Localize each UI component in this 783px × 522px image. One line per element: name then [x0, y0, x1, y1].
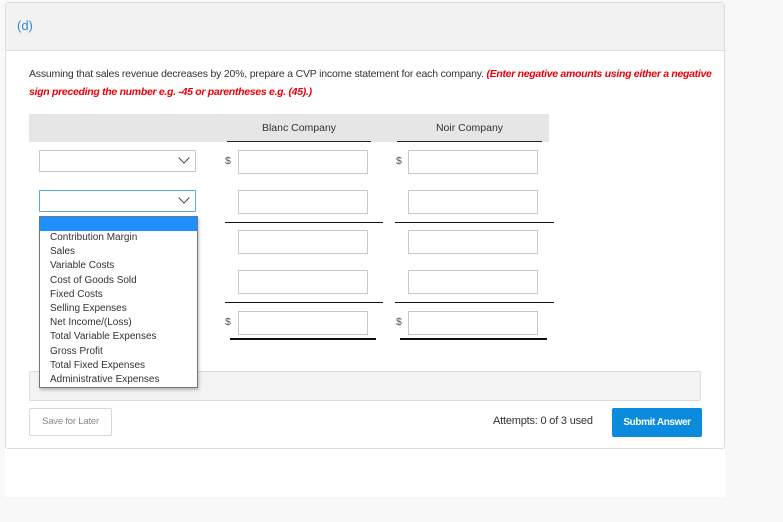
dropdown-option[interactable]: Gross Profit	[40, 345, 197, 359]
row-1-blanc-dollar: $	[225, 155, 231, 167]
subtotal-rule-noir	[395, 222, 554, 223]
dropdown-option[interactable]: Contribution Margin	[40, 231, 197, 245]
label-dropdown-list[interactable]: Contribution Margin Sales Variable Costs…	[39, 216, 198, 388]
chevron-down-icon	[178, 192, 190, 204]
save-for-later-button[interactable]: Save for Later	[29, 408, 112, 436]
dropdown-option[interactable]: Total Variable Expenses	[40, 330, 197, 344]
column-header-blanc: Blanc Company	[227, 121, 371, 142]
column-header-noir: Noir Company	[397, 121, 542, 142]
row-2-label-select[interactable]	[39, 190, 196, 212]
part-header: (d)	[6, 3, 724, 51]
total-rule-noir	[395, 302, 554, 303]
instructions: Assuming that sales revenue decreases by…	[29, 65, 719, 101]
attempts-counter: Attempts: 0 of 3 used	[493, 415, 593, 427]
row-5-blanc-dollar: $	[225, 316, 231, 328]
dropdown-option[interactable]: Variable Costs	[40, 259, 197, 273]
total-rule-blanc	[225, 302, 383, 303]
dropdown-option[interactable]: Sales	[40, 245, 197, 259]
double-underline-blanc	[230, 338, 376, 340]
dropdown-option[interactable]: Net Income/(Loss)	[40, 316, 197, 330]
dropdown-option[interactable]: Total Fixed Expenses	[40, 359, 197, 373]
dropdown-option[interactable]: Selling Expenses	[40, 302, 197, 316]
part-label: (d)	[17, 18, 33, 33]
submit-answer-button[interactable]: Submit Answer	[612, 408, 702, 437]
row-1-blanc-input[interactable]	[238, 150, 368, 174]
row-3-noir-input[interactable]	[408, 230, 538, 254]
row-3-blanc-input[interactable]	[238, 230, 368, 254]
row-2-blanc-input[interactable]	[238, 190, 368, 214]
row-5-blanc-input[interactable]	[238, 311, 368, 335]
row-1-noir-dollar: $	[396, 155, 402, 167]
row-2-noir-input[interactable]	[408, 190, 538, 214]
row-4-blanc-input[interactable]	[238, 270, 368, 294]
row-5-noir-dollar: $	[396, 316, 402, 328]
dropdown-option[interactable]: Administrative Expenses	[40, 373, 197, 387]
subtotal-rule-blanc	[225, 222, 383, 223]
dropdown-option[interactable]: Fixed Costs	[40, 288, 197, 302]
dropdown-option[interactable]: Cost of Goods Sold	[40, 274, 197, 288]
double-underline-noir	[400, 338, 547, 340]
chevron-down-icon	[178, 152, 190, 164]
instructions-text: Assuming that sales revenue decreases by…	[29, 68, 487, 80]
row-4-noir-input[interactable]	[408, 270, 538, 294]
row-1-noir-input[interactable]	[408, 150, 538, 174]
row-5-noir-input[interactable]	[408, 311, 538, 335]
question-card: (d) Assuming that sales revenue decrease…	[5, 2, 725, 449]
dropdown-option-blank[interactable]	[40, 217, 197, 231]
table-header: Blanc Company Noir Company	[29, 114, 549, 142]
row-1-label-select[interactable]	[39, 150, 196, 172]
